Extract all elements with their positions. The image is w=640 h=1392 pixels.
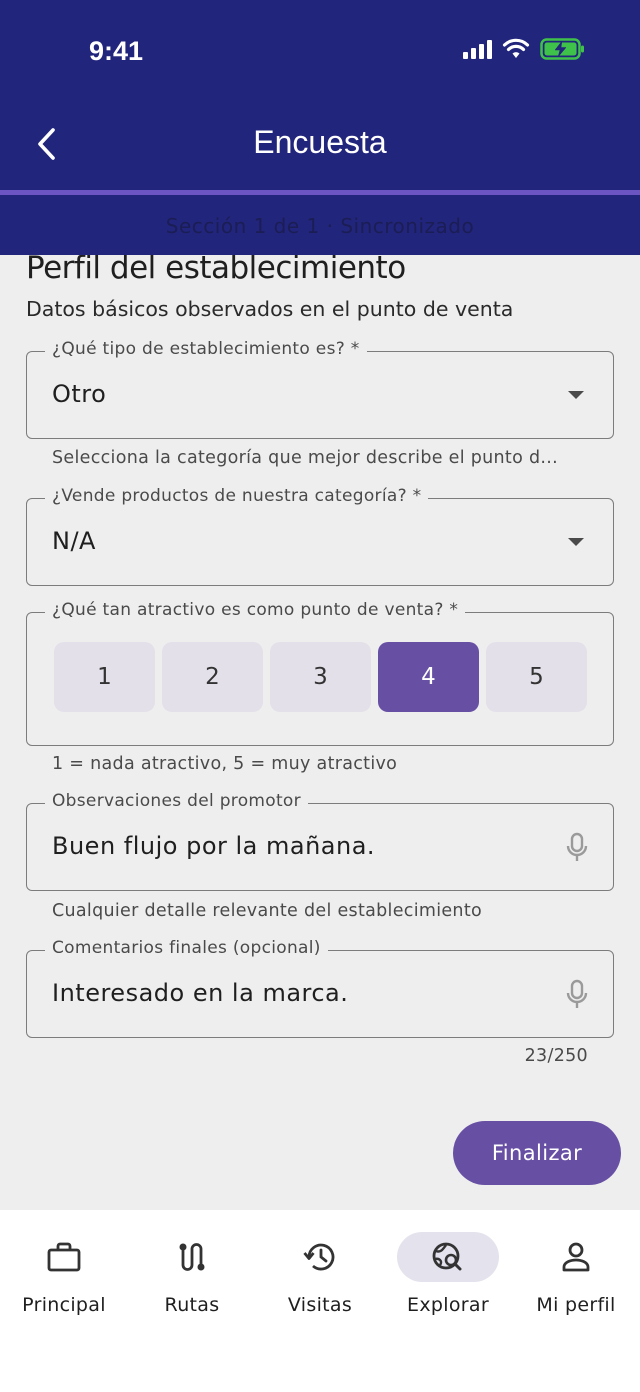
rating-option-1[interactable]: 1 xyxy=(54,642,155,712)
dropdown-arrow-icon xyxy=(568,538,584,546)
establishment-type-dropdown[interactable]: ¿Qué tipo de establecimiento es? * Otro xyxy=(26,339,614,439)
rating-options: 1 2 3 4 5 xyxy=(54,642,587,712)
route-icon xyxy=(179,1243,205,1271)
rating-option-2[interactable]: 2 xyxy=(162,642,263,712)
rating-option-4[interactable]: 4 xyxy=(378,642,479,712)
helper-text: 1 = nada atractivo, 5 = muy atractivo xyxy=(52,754,398,774)
dropdown-arrow-icon xyxy=(568,391,584,399)
attractiveness-rating: ¿Qué tan atractivo es como punto de vent… xyxy=(26,600,614,746)
status-icons xyxy=(463,38,586,60)
nav-label: Principal xyxy=(22,1294,106,1316)
helper-text: Selecciona la categoría que mejor descri… xyxy=(52,448,558,468)
app-bar: 9:41 Encuesta Sección 1 de 1 · Sincroniz… xyxy=(0,0,640,255)
nav-icon-container xyxy=(397,1232,499,1282)
finalize-button[interactable]: Finalizar xyxy=(453,1121,621,1185)
helper-text: Cualquier detalle relevante del establec… xyxy=(52,901,482,921)
nav-icon-container xyxy=(525,1232,627,1282)
nav-item-visitas[interactable]: Visitas xyxy=(256,1232,384,1332)
field-label: Observaciones del promotor xyxy=(45,791,308,811)
dropdown-value: N/A xyxy=(52,527,96,555)
final-comments-input[interactable]: Comentarios finales (opcional) Interesad… xyxy=(26,938,614,1038)
nav-icon-container xyxy=(141,1232,243,1282)
nav-icon-container xyxy=(269,1232,371,1282)
field-label: Comentarios finales (opcional) xyxy=(45,938,328,958)
nav-item-explorar[interactable]: Explorar xyxy=(384,1232,512,1332)
nav-label: Mi perfil xyxy=(536,1294,616,1316)
section-title: Perfil del establecimiento xyxy=(26,250,406,286)
nav-icon-container xyxy=(13,1232,115,1282)
microphone-icon[interactable] xyxy=(565,979,589,1011)
sells-category-dropdown[interactable]: ¿Vende productos de nuestra categoría? *… xyxy=(26,486,614,586)
nav-item-rutas[interactable]: Rutas xyxy=(128,1232,256,1332)
nav-item-mi-perfil[interactable]: Mi perfil xyxy=(512,1232,640,1332)
nav-item-principal[interactable]: Principal xyxy=(0,1232,128,1332)
microphone-icon[interactable] xyxy=(565,832,589,864)
dropdown-value: Otro xyxy=(52,380,107,408)
character-counter: 23/250 xyxy=(524,1046,588,1066)
nav-label: Explorar xyxy=(407,1294,489,1316)
battery-charging-icon xyxy=(540,38,584,60)
section-subtitle: Datos básicos observados en el punto de … xyxy=(26,297,514,321)
explore-search-icon xyxy=(432,1242,462,1271)
wifi-icon xyxy=(502,38,530,58)
rating-option-5[interactable]: 5 xyxy=(486,642,587,712)
nav-label: Visitas xyxy=(287,1294,353,1316)
toolbar: Encuesta xyxy=(0,110,640,180)
observations-input[interactable]: Observaciones del promotor Buen flujo po… xyxy=(26,791,614,891)
briefcase-icon xyxy=(47,1242,81,1272)
field-label: ¿Qué tan atractivo es como punto de vent… xyxy=(45,600,466,620)
bottom-navigation: Principal Rutas Visitas Explorar Mi perf… xyxy=(0,1210,640,1392)
section-status: Sección 1 de 1 · Sincronizado xyxy=(165,214,475,238)
field-label: ¿Vende productos de nuestra categoría? * xyxy=(45,486,429,506)
nav-label: Rutas xyxy=(164,1294,220,1316)
input-value: Interesado en la marca. xyxy=(52,979,349,1007)
input-value: Buen flujo por la mañana. xyxy=(52,832,376,860)
person-icon xyxy=(562,1242,590,1272)
rating-option-3[interactable]: 3 xyxy=(270,642,371,712)
history-icon xyxy=(303,1243,335,1271)
status-time: 9:41 xyxy=(89,36,144,66)
progress-bar xyxy=(0,190,640,195)
survey-form: Perfil del establecimiento Datos básicos… xyxy=(0,240,640,1210)
page-title: Encuesta xyxy=(253,124,387,160)
field-label: ¿Qué tipo de establecimiento es? * xyxy=(45,339,367,359)
cellular-signal-icon xyxy=(463,39,492,59)
